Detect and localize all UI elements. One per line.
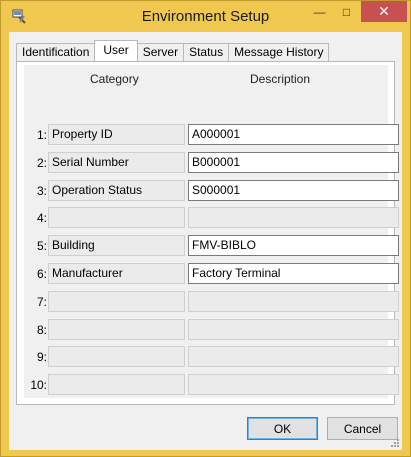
category-field: Serial Number — [48, 152, 185, 173]
dialog-client-area: Identification User Server Status Messag… — [9, 32, 402, 450]
description-input[interactable]: FMV-BIBLO — [188, 235, 399, 256]
close-icon: ✕ — [378, 3, 390, 19]
user-tab-panel: Category Description 1: Property ID A00000… — [16, 61, 399, 405]
category-field: Manufacturer — [48, 263, 185, 284]
row-number: 7: — [36, 295, 47, 309]
user-fields-grid: Category Description 1: Property ID A00000… — [24, 65, 399, 398]
title-bar[interactable]: Environment Setup — □ ✕ — [1, 1, 410, 32]
tab-user[interactable]: User — [94, 40, 138, 61]
tab-server[interactable]: Server — [136, 43, 185, 61]
tab-strip: Identification User Server Status Messag… — [16, 40, 330, 61]
category-field: Building — [48, 235, 185, 256]
row-number: 1: — [36, 128, 47, 142]
row-number: 10: — [30, 378, 47, 392]
row-number: 8: — [36, 323, 47, 337]
maximize-button[interactable]: □ — [333, 1, 360, 22]
description-input[interactable]: Factory Terminal — [188, 263, 399, 284]
environment-setup-window: Environment Setup — □ ✕ Identification U… — [0, 0, 411, 457]
close-button[interactable]: ✕ — [361, 1, 407, 22]
tab-identification[interactable]: Identification — [16, 43, 96, 61]
category-field — [48, 374, 185, 395]
category-header: Category — [90, 72, 139, 86]
row-number: 6: — [36, 267, 47, 281]
row-number: 2: — [36, 156, 47, 170]
minimize-icon: — — [313, 4, 326, 19]
row-number: 4: — [36, 211, 47, 225]
category-field — [48, 291, 185, 312]
description-input[interactable] — [188, 374, 399, 395]
row-number: 9: — [36, 350, 47, 364]
row-number: 3: — [36, 184, 47, 198]
description-input[interactable] — [188, 207, 399, 228]
maximize-icon: □ — [342, 4, 351, 19]
category-field: Operation Status — [48, 180, 185, 201]
description-input[interactable] — [188, 319, 399, 340]
description-input[interactable] — [188, 291, 399, 312]
description-input[interactable]: B000001 — [188, 152, 399, 173]
category-field — [48, 319, 185, 340]
description-header: Description — [250, 72, 311, 86]
category-field: Property ID — [48, 124, 185, 145]
row-number: 5: — [36, 239, 47, 253]
minimize-button[interactable]: — — [306, 1, 333, 22]
ok-button[interactable]: OK — [247, 417, 318, 440]
cancel-button[interactable]: Cancel — [327, 417, 398, 440]
category-field — [48, 207, 185, 228]
description-input[interactable] — [188, 346, 399, 367]
tab-status[interactable]: Status — [183, 43, 230, 61]
tab-message-history[interactable]: Message History — [228, 43, 330, 61]
description-input[interactable]: S000001 — [188, 180, 399, 201]
description-input[interactable]: A000001 — [188, 124, 399, 145]
category-field — [48, 346, 185, 367]
resize-grip-icon[interactable] — [390, 438, 400, 448]
